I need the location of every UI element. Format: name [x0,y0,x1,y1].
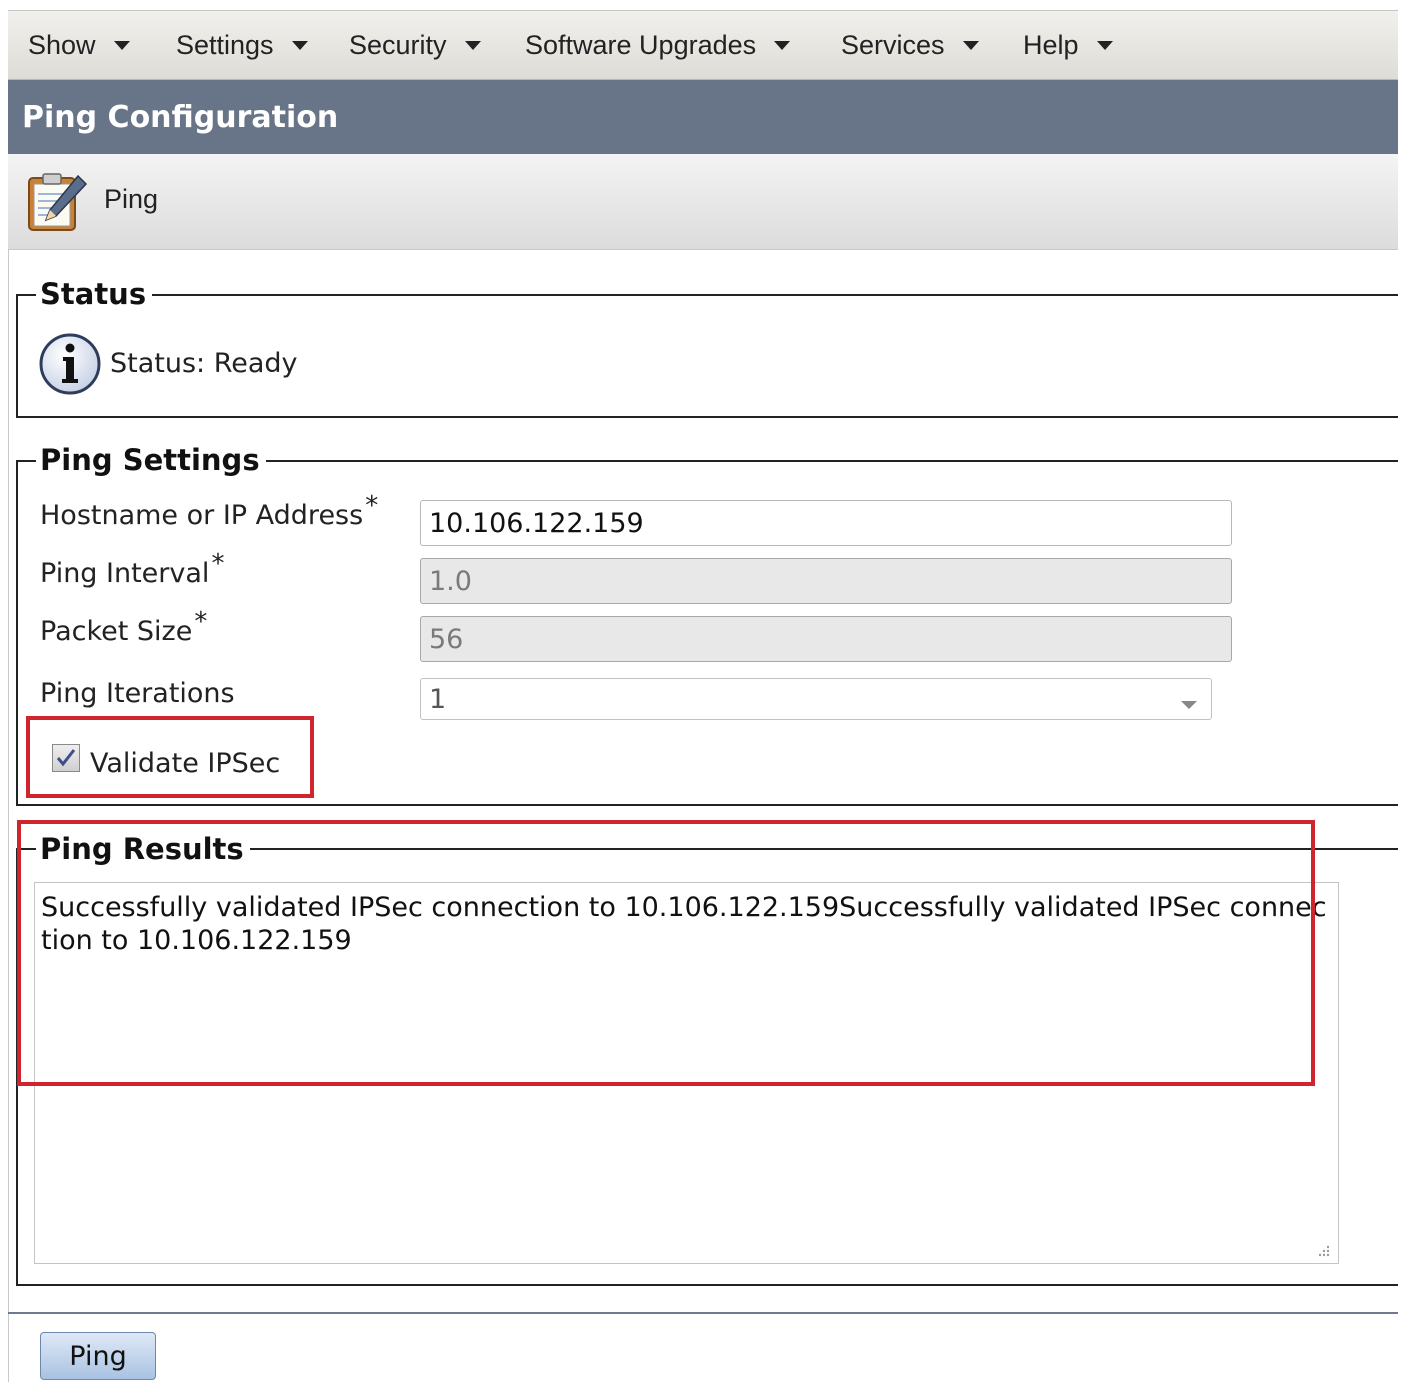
ping-results-legend: Ping Results [36,832,250,866]
content-left-border [8,250,9,1382]
status-section: Status Status: Ready [16,277,1398,420]
status-text: Status: Ready [110,348,298,379]
packet-size-value: 56 [429,623,464,655]
page-title-bar: Ping Configuration [8,80,1398,154]
chevron-down-icon [113,40,130,50]
ping-interval-input: 1.0 [420,558,1232,604]
menu-show[interactable]: Show [28,11,130,79]
menu-services-label: Services [841,29,945,60]
checkmark-icon [56,749,76,767]
hostname-value: 10.106.122.159 [429,507,644,539]
menu-services[interactable]: Services [841,11,979,79]
ping-button-label: Ping [69,1340,127,1372]
clipboard-edit-icon[interactable] [26,170,88,234]
chevron-down-icon [1096,40,1113,50]
ping-iterations-label: Ping Iterations [40,678,235,709]
ping-results-textarea[interactable]: Successfully validated IPSec connection … [34,882,1339,1264]
hostname-input[interactable]: 10.106.122.159 [420,500,1232,546]
action-separator [8,1312,1398,1314]
chevron-down-icon [774,40,791,50]
required-mark: * [194,607,208,637]
validate-ipsec-checkbox[interactable] [52,744,80,772]
chevron-down-icon [1181,701,1197,709]
ping-interval-value: 1.0 [429,565,472,597]
validate-ipsec-label[interactable]: Validate IPSec [90,748,280,779]
ping-button[interactable]: Ping [40,1332,156,1380]
hostname-label: Hostname or IP Address* [40,491,379,531]
menu-settings-label: Settings [176,29,274,60]
toolbar-ping-label[interactable]: Ping [104,184,158,215]
toolbar: Ping [8,154,1398,250]
ping-interval-label: Ping Interval* [40,549,225,589]
menu-show-label: Show [28,29,96,60]
chevron-down-icon [291,40,308,50]
ping-iterations-select[interactable]: 1 [420,678,1212,720]
menu-help[interactable]: Help [1023,11,1113,79]
menu-settings[interactable]: Settings [176,11,308,79]
ping-results-text: Successfully validated IPSec connection … [41,892,1327,956]
resize-grip-icon[interactable] [1314,1241,1330,1257]
menu-security-label: Security [349,29,447,60]
packet-size-label: Packet Size* [40,607,208,647]
packet-size-input: 56 [420,616,1232,662]
required-mark: * [365,491,379,521]
menu-software-upgrades[interactable]: Software Upgrades [525,11,791,79]
chevron-down-icon [962,40,979,50]
menu-software-upgrades-label: Software Upgrades [525,29,757,60]
info-icon [39,333,101,395]
menu-help-label: Help [1023,29,1079,60]
ping-iterations-value: 1 [429,683,447,715]
status-legend: Status [36,277,153,311]
page-title: Ping Configuration [22,99,339,135]
menu-security[interactable]: Security [349,11,481,79]
menu-bar: Show Settings Security Software Upgrades… [8,10,1398,80]
chevron-down-icon [464,40,481,50]
required-mark: * [211,549,225,579]
ping-settings-legend: Ping Settings [36,443,266,477]
